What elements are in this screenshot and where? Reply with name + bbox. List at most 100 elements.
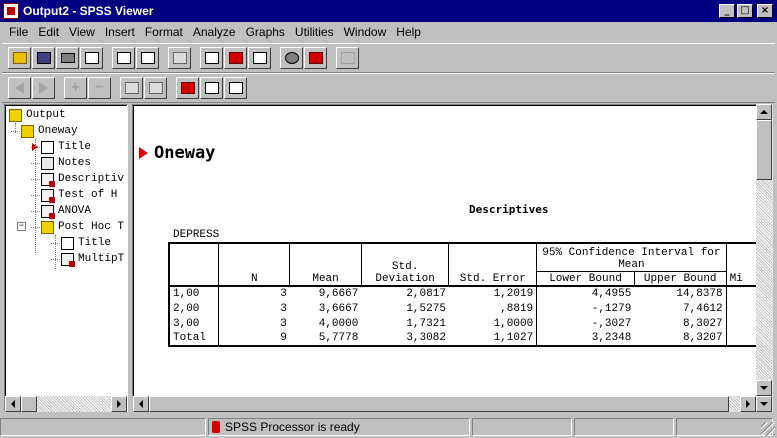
outline-item-output[interactable]: Output [9,107,66,123]
close-button[interactable]: × [757,4,773,18]
resize-grip-icon[interactable] [761,422,775,436]
collapse-toggle-icon[interactable]: − [17,222,26,231]
menu-format[interactable]: Format [140,25,188,39]
outline-item-anova[interactable]: ANOVA [41,203,91,219]
menu-insert[interactable]: Insert [100,25,140,39]
select-cases-button[interactable] [280,47,303,69]
table-icon [61,252,75,267]
title-bar: Output2 - SPSS Viewer _ □ × [0,0,777,22]
insert-heading-button[interactable] [176,77,199,99]
arrow-left-icon [11,400,15,408]
save-button[interactable] [32,47,55,69]
outline-item-test-of-h[interactable]: Test of H [41,187,117,203]
designate-window-button[interactable] [304,47,327,69]
menu-file[interactable]: File [4,25,33,39]
toolbar-group [280,47,328,69]
menu-window[interactable]: Window [339,25,392,39]
outline-item-label: Output [26,109,66,121]
minimize-button[interactable]: _ [719,4,735,18]
cell-lower: -,3027 [591,317,632,330]
content-scroll-right-button[interactable] [740,396,756,412]
menu-utilities[interactable]: Utilities [290,25,339,39]
scroll-left-button[interactable] [5,396,21,412]
insert-text-button[interactable] [224,77,247,99]
outline-item-label: Oneway [38,125,78,137]
select-cases-icon [284,52,299,64]
hide-button[interactable] [144,77,167,99]
content-scroll-thumb[interactable] [149,396,729,412]
outline-item-label: Notes [58,157,92,169]
promote-button[interactable] [8,77,31,99]
menu-help[interactable]: Help [391,25,426,39]
toolbar-group [176,77,248,99]
run-button[interactable] [336,47,359,69]
variables-button[interactable] [248,47,271,69]
col-header-n: N [218,242,291,287]
arrow-up-icon [760,110,768,114]
outline-hscrollbar[interactable] [5,396,127,412]
print-preview-button[interactable] [80,47,103,69]
cell-upper: 8,3207 [634,331,727,347]
undo-button[interactable] [168,47,191,69]
collapse-button[interactable]: − [88,77,111,99]
outline-item-title[interactable]: Title [61,235,111,251]
goto-case-button[interactable] [224,47,247,69]
book-icon [9,108,22,122]
content-scroll-track[interactable] [729,396,740,412]
designate-window-icon [308,52,323,64]
scroll-down-button[interactable] [756,380,772,396]
vscroll-thumb[interactable] [756,120,772,180]
app-icon[interactable] [3,3,19,19]
outline-item-title[interactable]: Title [41,139,91,155]
status-cell-4 [574,418,674,436]
scroll-right-button[interactable] [111,396,127,412]
col-header-lower-bound: Lower Bound [536,271,635,287]
cell-n: 3 [280,302,287,315]
menu-edit[interactable]: Edit [33,25,64,39]
outline-item-post-hoc-t[interactable]: Post Hoc T [41,219,124,235]
status-cell-5 [676,418,773,436]
outline-item-label: Post Hoc T [58,221,125,233]
scroll-track[interactable] [37,396,111,412]
show-icon [124,82,139,94]
output-heading[interactable]: Oneway [139,143,215,163]
content-vscrollbar[interactable] [756,104,773,412]
selected-arrow-icon [139,147,148,159]
heading-text: Oneway [154,143,216,163]
table-icon [41,188,55,203]
outline-item-multipt[interactable]: MultipT [61,251,124,267]
open-button[interactable] [8,47,31,69]
arrow-down-icon [760,386,768,390]
descriptives-table[interactable]: N Mean Std. Deviation Std. Error 95% Con… [168,242,756,347]
cell-lower: -,1279 [591,302,632,315]
export-button[interactable] [112,47,135,69]
scroll-down-button-2[interactable] [756,396,772,412]
content-hscrollbar[interactable] [133,396,756,412]
dialog-recall-button[interactable] [136,47,159,69]
content-scroll-left-button[interactable] [133,396,149,412]
toolbar-group [112,47,160,69]
print-button[interactable] [56,47,79,69]
vscroll-track[interactable] [756,180,772,380]
table-row: Total 9 5,7778 3,3082 1,1027 3,2348 8,3207 [168,331,756,347]
demote-button[interactable] [32,77,55,99]
scroll-thumb[interactable] [21,396,37,412]
outline-toolbar: + − [2,73,775,103]
print-icon [60,53,75,63]
menu-graphs[interactable]: Graphs [241,25,290,39]
scroll-up-button[interactable] [756,104,772,120]
menu-analyze[interactable]: Analyze [188,25,241,39]
maximize-button[interactable]: □ [737,4,753,18]
goto-data-button[interactable] [200,47,223,69]
menu-view[interactable]: View [64,25,100,39]
outline-item-notes[interactable]: Notes [41,155,91,171]
print-preview-icon [84,52,99,64]
outline-item-oneway[interactable]: Oneway [21,123,78,139]
tree-connector [55,235,56,269]
open-icon [12,52,27,64]
expand-button[interactable]: + [64,77,87,99]
arrow-down-icon-2 [760,402,768,406]
outline-item-descriptiv[interactable]: Descriptiv [41,171,124,187]
show-button[interactable] [120,77,143,99]
insert-title-button[interactable] [200,77,223,99]
